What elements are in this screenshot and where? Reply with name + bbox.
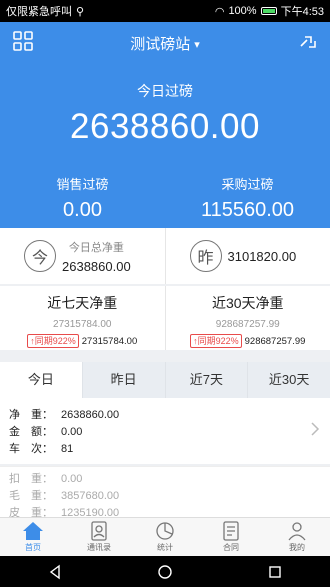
detail-secondary: 扣 重： 0.00 毛 重： 3857680.00 皮 重： 1235190.00 — [0, 466, 330, 518]
tabbar-contract-label: 合同 — [223, 543, 239, 552]
seven-day-compare: 27315784.00 — [81, 335, 138, 347]
tabbar-contract[interactable]: 合同 — [198, 518, 264, 556]
today-value: 2638860.00 — [70, 107, 260, 146]
link-icon[interactable] — [298, 32, 318, 52]
period-row: 近七天净重 27315784.00 ↑同期922% 27315784.00 近3… — [0, 286, 330, 350]
totals-row: 今 今日总净重 2638860.00 昨 3101820.00 — [0, 228, 330, 284]
seven-day-yoy-badge: ↑同期922% — [27, 334, 79, 348]
tabbar-contacts[interactable]: 通讯录 — [66, 518, 132, 556]
profile-icon — [288, 522, 306, 541]
contract-icon — [223, 521, 239, 541]
yesterday-total-value: 3101820.00 — [227, 248, 297, 264]
thirty-day-compare: 928687257.99 — [244, 335, 306, 347]
tabbar-contacts-label: 通讯录 — [87, 543, 111, 552]
sales-block: 销售过磅 0.00 — [0, 174, 165, 222]
detail-card[interactable]: 净 重： 2638860.00 金 额： 0.00 车 次： 81 — [0, 398, 330, 464]
period-tabs: 今日 昨日 近7天 近30天 — [0, 362, 330, 398]
yesterday-total-card: 昨 3101820.00 — [164, 228, 330, 284]
tabbar-home-label: 首页 — [25, 543, 41, 552]
seven-day-title: 近七天净重 — [47, 295, 118, 311]
purchase-label: 采购过磅 — [221, 177, 274, 192]
amount-value: 0.00 — [61, 426, 83, 438]
net-weight-label: 净 重： — [9, 409, 53, 421]
wifi-icon: ◠ — [214, 5, 225, 18]
seven-day-value: 27315784.00 — [53, 319, 112, 330]
title-bar: 测试磅站 ▾ — [0, 22, 330, 62]
contacts-icon — [91, 521, 107, 541]
gross-value: 3857680.00 — [61, 490, 120, 502]
summary-hero: 测试磅站 ▾ 今日过磅 2638860.00 销售过磅 0.00 采购过磅 115… — [0, 22, 330, 228]
tab-30-days[interactable]: 近30天 — [247, 362, 330, 398]
bottom-tab-bar: 首页 通讯录 统计 合同 我的 — [0, 517, 330, 556]
back-icon[interactable] — [47, 564, 63, 580]
tabbar-mine[interactable]: 我的 — [264, 518, 330, 556]
today-badge-icon: 今 — [24, 240, 56, 272]
chevron-right-icon — [311, 422, 320, 436]
chevron-down-icon: ▾ — [194, 39, 200, 51]
today-total-value: 2638860.00 — [62, 258, 131, 274]
thirty-day-yoy-badge: ↑同期922% — [190, 334, 242, 348]
clock: 下午4:53 — [280, 6, 324, 18]
purchase-value: 115560.00 — [200, 199, 295, 221]
tabbar-stats-label: 统计 — [157, 543, 173, 552]
today-total-caption: 今日总净重 — [68, 241, 124, 254]
station-selector[interactable]: 测试磅站 ▾ — [0, 33, 330, 54]
recents-icon[interactable] — [267, 564, 283, 580]
tabbar-home[interactable]: 首页 — [0, 518, 66, 556]
today-label: 今日过磅 — [137, 83, 193, 99]
tab-yesterday[interactable]: 昨日 — [81, 362, 165, 398]
gross-label: 毛 重： — [9, 490, 53, 502]
system-nav-bar — [0, 556, 330, 587]
trips-label: 车 次： — [9, 443, 53, 455]
battery-icon — [260, 7, 277, 15]
thirty-day-value: 928687257.99 — [215, 319, 280, 330]
sales-label: 销售过磅 — [56, 177, 109, 192]
trips-value: 81 — [61, 443, 74, 455]
today-total-card: 今 今日总净重 2638860.00 — [0, 228, 165, 284]
thirty-day-card: 近30天净重 928687257.99 ↑同期922% 928687257.99 — [164, 286, 330, 350]
tabbar-mine-label: 我的 — [289, 543, 305, 552]
home-icon — [23, 522, 43, 540]
battery-percent: 100% — [228, 5, 257, 17]
sales-value: 0.00 — [63, 199, 102, 221]
status-bar: 仅限紧急呼叫 ⚲ ◠ 100% 下午4:53 — [0, 0, 330, 22]
seven-day-card: 近七天净重 27315784.00 ↑同期922% 27315784.00 — [0, 286, 165, 350]
chart-icon — [156, 522, 174, 540]
usb-icon: ⚲ — [76, 5, 85, 18]
tab-today[interactable]: 今日 — [0, 362, 82, 398]
purchase-block: 采购过磅 115560.00 — [165, 174, 330, 222]
net-weight-value: 2638860.00 — [61, 409, 120, 421]
carrier-text: 仅限紧急呼叫 — [6, 6, 72, 18]
yesterday-badge-icon: 昨 — [189, 240, 222, 272]
thirty-day-title: 近30天净重 — [211, 295, 284, 311]
amount-label: 金 额： — [9, 426, 53, 438]
tab-7-days[interactable]: 近7天 — [164, 362, 248, 398]
deduct-value: 0.00 — [61, 473, 83, 485]
home-circle-icon[interactable] — [157, 564, 173, 580]
deduct-label: 扣 重： — [9, 473, 53, 485]
tabbar-stats[interactable]: 统计 — [132, 518, 198, 556]
station-title: 测试磅站 — [130, 36, 191, 53]
